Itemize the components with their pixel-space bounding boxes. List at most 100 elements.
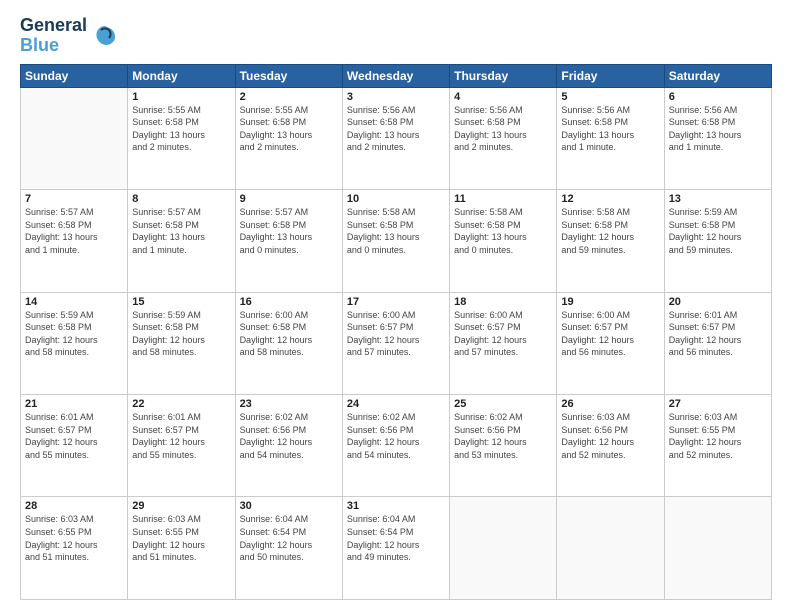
day-cell: 3Sunrise: 5:56 AM Sunset: 6:58 PM Daylig… <box>342 87 449 189</box>
day-cell: 31Sunrise: 6:04 AM Sunset: 6:54 PM Dayli… <box>342 497 449 600</box>
day-cell: 16Sunrise: 6:00 AM Sunset: 6:58 PM Dayli… <box>235 292 342 394</box>
day-info: Sunrise: 6:01 AM Sunset: 6:57 PM Dayligh… <box>669 309 767 359</box>
day-number: 14 <box>25 296 123 308</box>
day-cell <box>557 497 664 600</box>
day-number: 3 <box>347 91 445 103</box>
col-header-saturday: Saturday <box>664 64 771 87</box>
day-cell: 6Sunrise: 5:56 AM Sunset: 6:58 PM Daylig… <box>664 87 771 189</box>
day-number: 16 <box>240 296 338 308</box>
day-cell: 25Sunrise: 6:02 AM Sunset: 6:56 PM Dayli… <box>450 395 557 497</box>
day-number: 27 <box>669 398 767 410</box>
day-info: Sunrise: 6:00 AM Sunset: 6:57 PM Dayligh… <box>347 309 445 359</box>
day-number: 30 <box>240 500 338 512</box>
day-number: 20 <box>669 296 767 308</box>
day-number: 7 <box>25 193 123 205</box>
day-info: Sunrise: 6:04 AM Sunset: 6:54 PM Dayligh… <box>240 513 338 563</box>
day-info: Sunrise: 5:58 AM Sunset: 6:58 PM Dayligh… <box>347 206 445 256</box>
day-info: Sunrise: 5:56 AM Sunset: 6:58 PM Dayligh… <box>561 104 659 154</box>
day-info: Sunrise: 6:00 AM Sunset: 6:57 PM Dayligh… <box>454 309 552 359</box>
day-cell: 29Sunrise: 6:03 AM Sunset: 6:55 PM Dayli… <box>128 497 235 600</box>
day-cell: 2Sunrise: 5:55 AM Sunset: 6:58 PM Daylig… <box>235 87 342 189</box>
day-cell: 8Sunrise: 5:57 AM Sunset: 6:58 PM Daylig… <box>128 190 235 292</box>
week-row-5: 28Sunrise: 6:03 AM Sunset: 6:55 PM Dayli… <box>21 497 772 600</box>
col-header-thursday: Thursday <box>450 64 557 87</box>
day-cell: 18Sunrise: 6:00 AM Sunset: 6:57 PM Dayli… <box>450 292 557 394</box>
day-number: 1 <box>132 91 230 103</box>
day-cell: 14Sunrise: 5:59 AM Sunset: 6:58 PM Dayli… <box>21 292 128 394</box>
header: GeneralBlue <box>20 16 772 56</box>
day-number: 8 <box>132 193 230 205</box>
day-info: Sunrise: 5:56 AM Sunset: 6:58 PM Dayligh… <box>347 104 445 154</box>
day-number: 29 <box>132 500 230 512</box>
col-header-friday: Friday <box>557 64 664 87</box>
day-cell <box>664 497 771 600</box>
day-cell: 21Sunrise: 6:01 AM Sunset: 6:57 PM Dayli… <box>21 395 128 497</box>
day-cell: 28Sunrise: 6:03 AM Sunset: 6:55 PM Dayli… <box>21 497 128 600</box>
day-info: Sunrise: 5:56 AM Sunset: 6:58 PM Dayligh… <box>669 104 767 154</box>
week-row-3: 14Sunrise: 5:59 AM Sunset: 6:58 PM Dayli… <box>21 292 772 394</box>
logo-text: GeneralBlue <box>20 16 87 56</box>
day-info: Sunrise: 5:57 AM Sunset: 6:58 PM Dayligh… <box>132 206 230 256</box>
day-info: Sunrise: 5:55 AM Sunset: 6:58 PM Dayligh… <box>240 104 338 154</box>
day-cell <box>450 497 557 600</box>
day-info: Sunrise: 5:58 AM Sunset: 6:58 PM Dayligh… <box>561 206 659 256</box>
day-cell: 26Sunrise: 6:03 AM Sunset: 6:56 PM Dayli… <box>557 395 664 497</box>
day-info: Sunrise: 5:57 AM Sunset: 6:58 PM Dayligh… <box>25 206 123 256</box>
day-number: 23 <box>240 398 338 410</box>
logo: GeneralBlue <box>20 16 119 56</box>
day-info: Sunrise: 6:02 AM Sunset: 6:56 PM Dayligh… <box>454 411 552 461</box>
day-cell: 12Sunrise: 5:58 AM Sunset: 6:58 PM Dayli… <box>557 190 664 292</box>
day-cell <box>21 87 128 189</box>
day-info: Sunrise: 6:00 AM Sunset: 6:58 PM Dayligh… <box>240 309 338 359</box>
day-cell: 5Sunrise: 5:56 AM Sunset: 6:58 PM Daylig… <box>557 87 664 189</box>
day-number: 24 <box>347 398 445 410</box>
day-number: 18 <box>454 296 552 308</box>
day-info: Sunrise: 5:57 AM Sunset: 6:58 PM Dayligh… <box>240 206 338 256</box>
col-header-monday: Monday <box>128 64 235 87</box>
day-info: Sunrise: 6:03 AM Sunset: 6:56 PM Dayligh… <box>561 411 659 461</box>
day-info: Sunrise: 6:03 AM Sunset: 6:55 PM Dayligh… <box>132 513 230 563</box>
day-info: Sunrise: 6:03 AM Sunset: 6:55 PM Dayligh… <box>25 513 123 563</box>
day-number: 9 <box>240 193 338 205</box>
day-number: 31 <box>347 500 445 512</box>
day-number: 25 <box>454 398 552 410</box>
day-number: 15 <box>132 296 230 308</box>
day-cell: 1Sunrise: 5:55 AM Sunset: 6:58 PM Daylig… <box>128 87 235 189</box>
day-cell: 22Sunrise: 6:01 AM Sunset: 6:57 PM Dayli… <box>128 395 235 497</box>
day-cell: 11Sunrise: 5:58 AM Sunset: 6:58 PM Dayli… <box>450 190 557 292</box>
day-info: Sunrise: 6:02 AM Sunset: 6:56 PM Dayligh… <box>347 411 445 461</box>
day-cell: 20Sunrise: 6:01 AM Sunset: 6:57 PM Dayli… <box>664 292 771 394</box>
day-number: 13 <box>669 193 767 205</box>
day-cell: 10Sunrise: 5:58 AM Sunset: 6:58 PM Dayli… <box>342 190 449 292</box>
day-info: Sunrise: 6:01 AM Sunset: 6:57 PM Dayligh… <box>132 411 230 461</box>
day-number: 10 <box>347 193 445 205</box>
col-header-tuesday: Tuesday <box>235 64 342 87</box>
header-row: SundayMondayTuesdayWednesdayThursdayFrid… <box>21 64 772 87</box>
day-number: 26 <box>561 398 659 410</box>
week-row-2: 7Sunrise: 5:57 AM Sunset: 6:58 PM Daylig… <box>21 190 772 292</box>
day-info: Sunrise: 6:00 AM Sunset: 6:57 PM Dayligh… <box>561 309 659 359</box>
day-cell: 30Sunrise: 6:04 AM Sunset: 6:54 PM Dayli… <box>235 497 342 600</box>
day-cell: 15Sunrise: 5:59 AM Sunset: 6:58 PM Dayli… <box>128 292 235 394</box>
col-header-wednesday: Wednesday <box>342 64 449 87</box>
day-number: 2 <box>240 91 338 103</box>
day-number: 5 <box>561 91 659 103</box>
page: GeneralBlue SundayMondayTuesdayWednesday… <box>0 0 792 612</box>
day-number: 28 <box>25 500 123 512</box>
logo-icon <box>91 22 119 50</box>
day-number: 6 <box>669 91 767 103</box>
day-number: 11 <box>454 193 552 205</box>
day-number: 22 <box>132 398 230 410</box>
day-number: 12 <box>561 193 659 205</box>
day-cell: 24Sunrise: 6:02 AM Sunset: 6:56 PM Dayli… <box>342 395 449 497</box>
day-info: Sunrise: 5:55 AM Sunset: 6:58 PM Dayligh… <box>132 104 230 154</box>
week-row-1: 1Sunrise: 5:55 AM Sunset: 6:58 PM Daylig… <box>21 87 772 189</box>
day-info: Sunrise: 5:58 AM Sunset: 6:58 PM Dayligh… <box>454 206 552 256</box>
calendar-table: SundayMondayTuesdayWednesdayThursdayFrid… <box>20 64 772 600</box>
week-row-4: 21Sunrise: 6:01 AM Sunset: 6:57 PM Dayli… <box>21 395 772 497</box>
day-cell: 17Sunrise: 6:00 AM Sunset: 6:57 PM Dayli… <box>342 292 449 394</box>
day-cell: 9Sunrise: 5:57 AM Sunset: 6:58 PM Daylig… <box>235 190 342 292</box>
day-cell: 13Sunrise: 5:59 AM Sunset: 6:58 PM Dayli… <box>664 190 771 292</box>
day-info: Sunrise: 5:59 AM Sunset: 6:58 PM Dayligh… <box>669 206 767 256</box>
day-info: Sunrise: 6:02 AM Sunset: 6:56 PM Dayligh… <box>240 411 338 461</box>
